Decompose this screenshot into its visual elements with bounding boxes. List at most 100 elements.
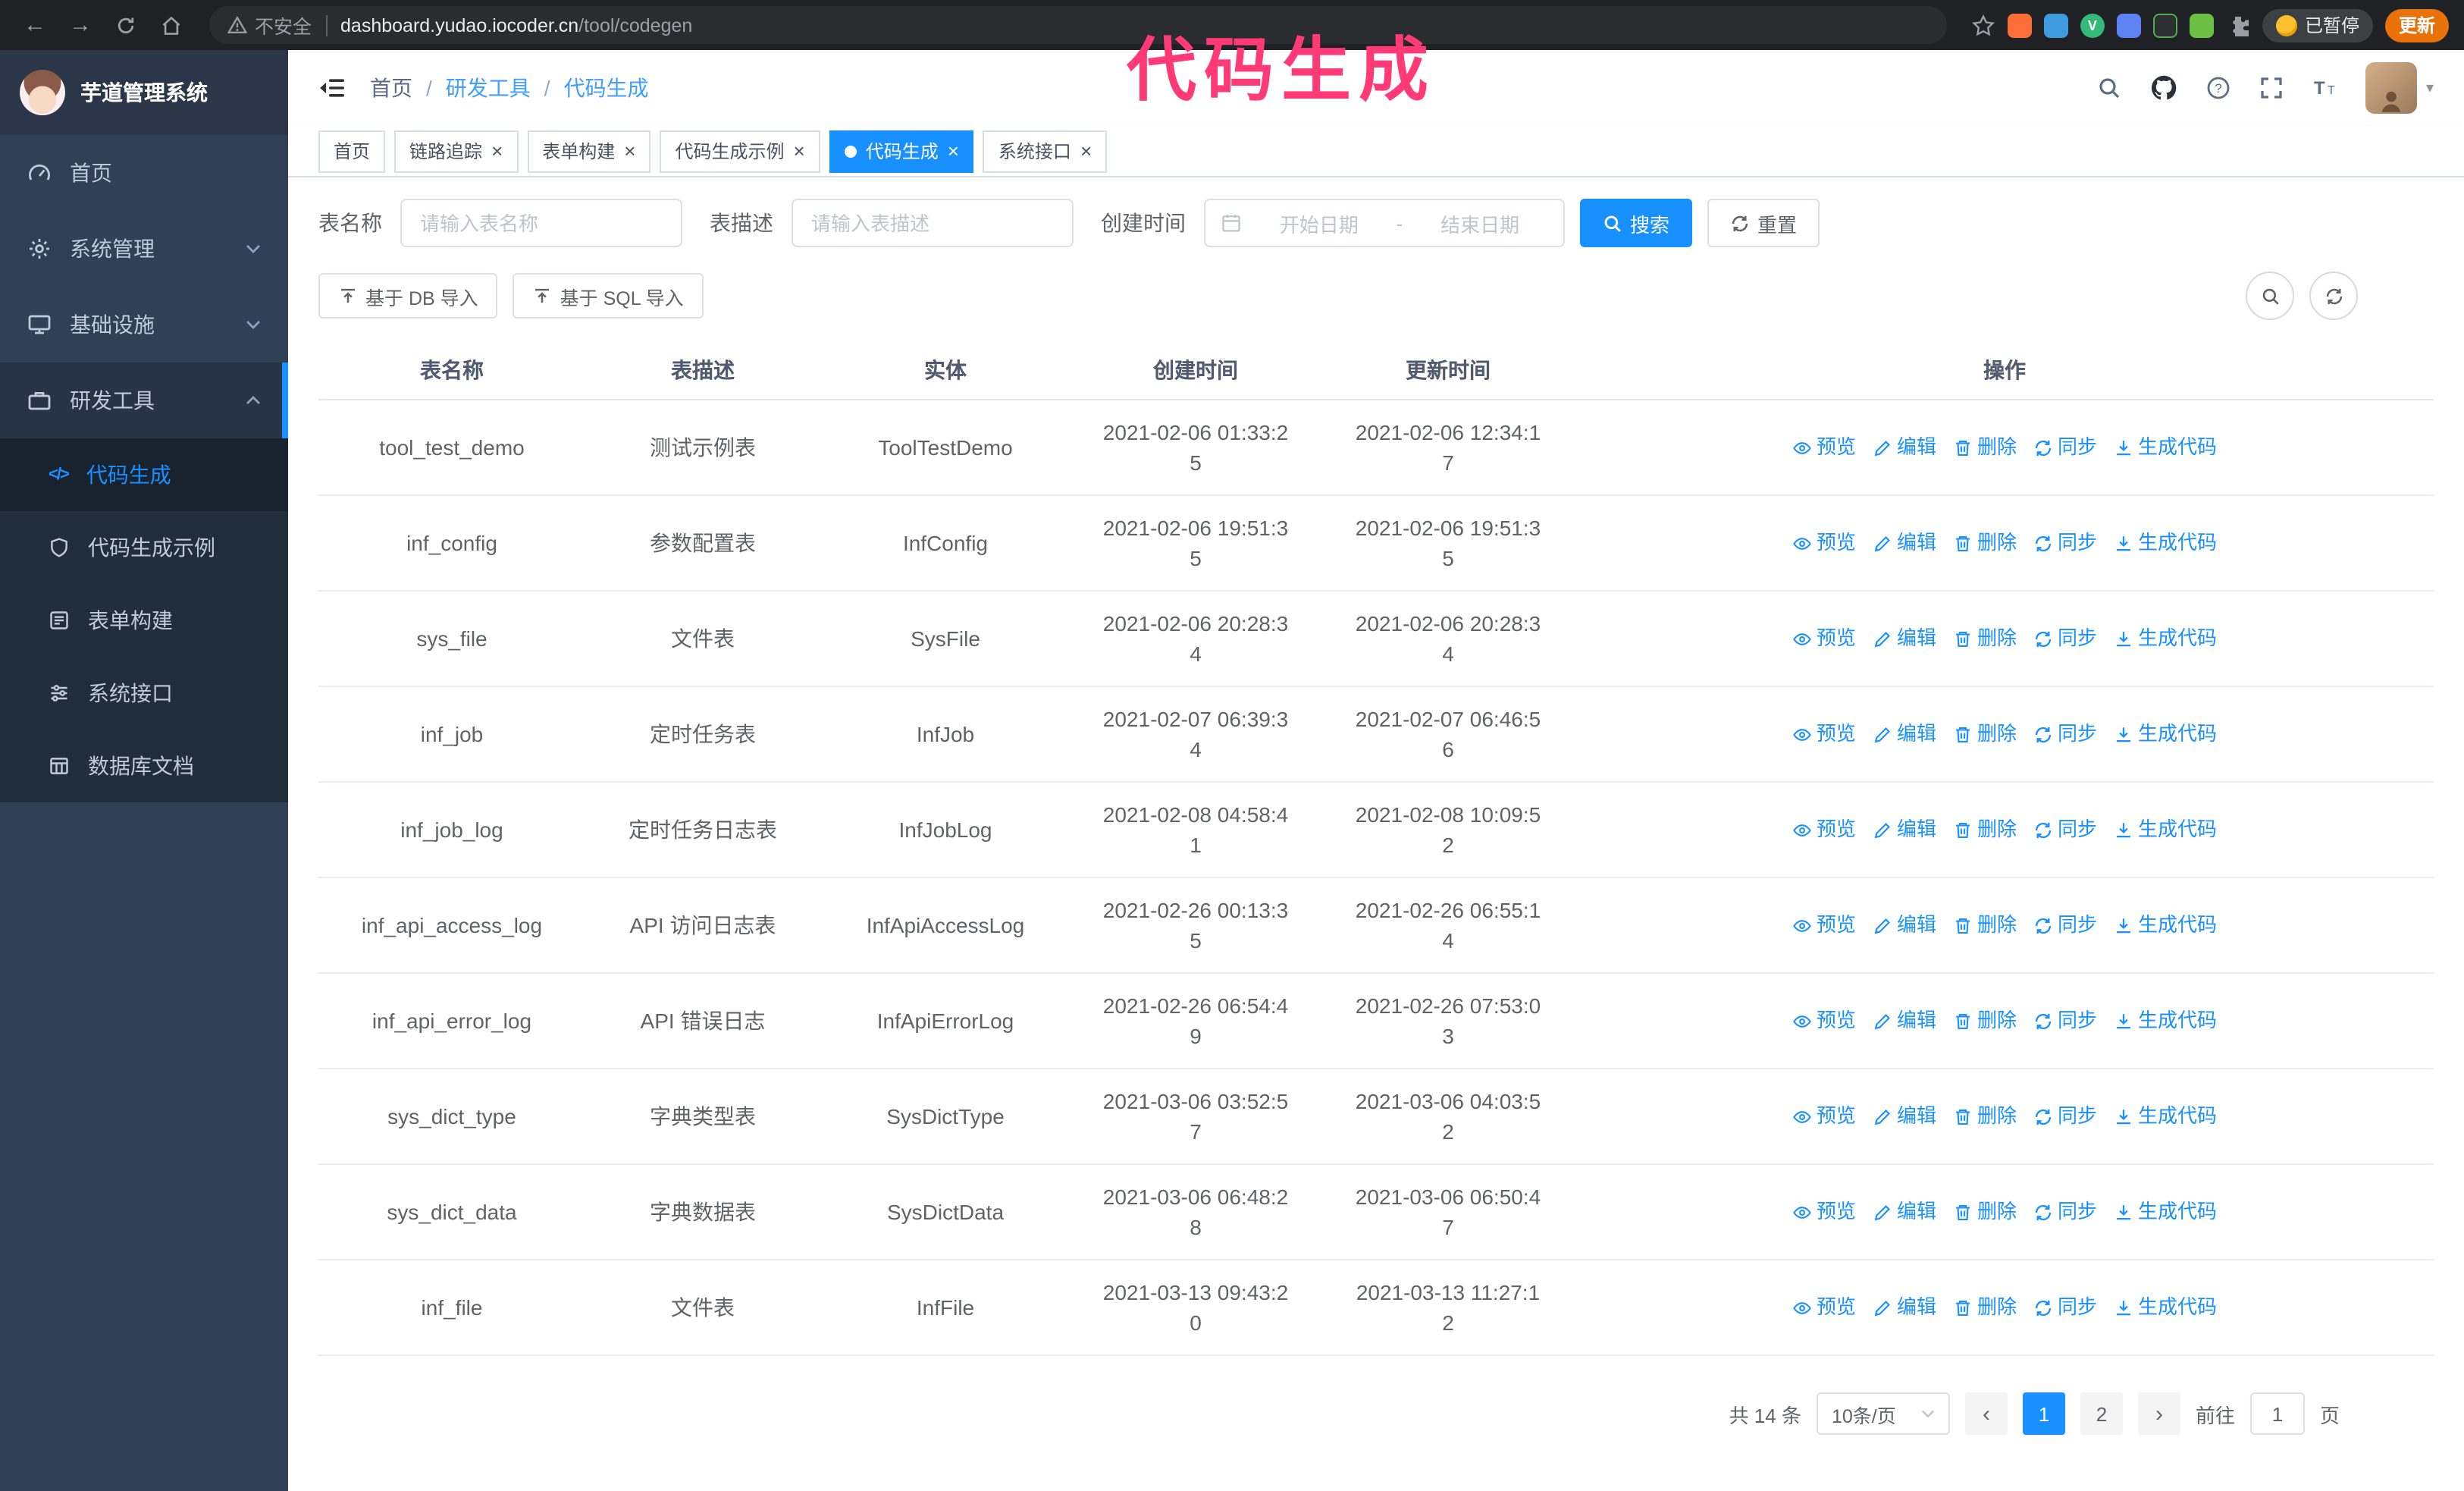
- close-icon[interactable]: ×: [1080, 141, 1092, 161]
- preview-link[interactable]: 预览: [1792, 1006, 1856, 1036]
- sidebar-item-db-doc[interactable]: 数据库文档: [0, 730, 288, 802]
- fullscreen-icon[interactable]: [2259, 76, 2284, 100]
- tab[interactable]: 代码生成 ×: [829, 130, 974, 172]
- font-size-icon[interactable]: TT: [2312, 76, 2337, 100]
- browser-home-icon[interactable]: [152, 5, 191, 45]
- sidebar-item-home[interactable]: 首页: [0, 135, 288, 211]
- preview-link[interactable]: 预览: [1792, 432, 1856, 463]
- sync-link[interactable]: 同步: [2033, 815, 2097, 845]
- edit-link[interactable]: 编辑: [1873, 719, 1936, 749]
- sync-link[interactable]: 同步: [2033, 623, 2097, 654]
- edit-link[interactable]: 编辑: [1873, 815, 1936, 845]
- extension-icon[interactable]: [2189, 13, 2214, 37]
- delete-link[interactable]: 删除: [1953, 1101, 2017, 1132]
- tab[interactable]: 表单构建 ×: [527, 130, 651, 172]
- browser-update-button[interactable]: 更新: [2384, 8, 2449, 42]
- generate-code-link[interactable]: 生成代码: [2114, 910, 2217, 940]
- github-icon[interactable]: [2150, 74, 2177, 102]
- edit-link[interactable]: 编辑: [1873, 1101, 1936, 1132]
- browser-forward-icon[interactable]: →: [61, 5, 100, 45]
- sync-link[interactable]: 同步: [2033, 719, 2097, 749]
- edit-link[interactable]: 编辑: [1873, 910, 1936, 940]
- next-page-button[interactable]: ›: [2137, 1392, 2180, 1435]
- breadcrumb-item[interactable]: 研发工具: [446, 73, 531, 103]
- preview-link[interactable]: 预览: [1792, 815, 1856, 845]
- sidebar-item-codegen[interactable]: </> 代码生成: [0, 438, 288, 511]
- preview-link[interactable]: 预览: [1792, 1197, 1856, 1227]
- prev-page-button[interactable]: ‹: [1964, 1392, 2008, 1435]
- page-button[interactable]: 1: [2022, 1392, 2065, 1435]
- generate-code-link[interactable]: 生成代码: [2114, 815, 2217, 845]
- sync-link[interactable]: 同步: [2033, 1101, 2097, 1132]
- generate-code-link[interactable]: 生成代码: [2114, 432, 2217, 463]
- sidebar-item-codegen-example[interactable]: 代码生成示例: [0, 511, 288, 584]
- delete-link[interactable]: 删除: [1953, 623, 2017, 654]
- preview-link[interactable]: 预览: [1792, 1101, 1856, 1132]
- security-indicator[interactable]: 不安全: [227, 11, 312, 39]
- page-size-select[interactable]: 10条/页: [1816, 1392, 1950, 1435]
- preview-link[interactable]: 预览: [1792, 623, 1856, 654]
- preview-link[interactable]: 预览: [1792, 528, 1856, 558]
- sync-link[interactable]: 同步: [2033, 528, 2097, 558]
- generate-code-link[interactable]: 生成代码: [2114, 528, 2217, 558]
- tab[interactable]: 代码生成示例 ×: [660, 130, 820, 172]
- logo[interactable]: 芋道管理系统: [0, 50, 288, 135]
- preview-link[interactable]: 预览: [1792, 1292, 1856, 1323]
- tab[interactable]: 链路追踪 ×: [394, 130, 519, 172]
- preview-link[interactable]: 预览: [1792, 719, 1856, 749]
- delete-link[interactable]: 删除: [1953, 528, 2017, 558]
- delete-link[interactable]: 删除: [1953, 1197, 2017, 1227]
- sidebar-item-form-builder[interactable]: 表单构建: [0, 584, 288, 657]
- sync-link[interactable]: 同步: [2033, 910, 2097, 940]
- import-db-button[interactable]: 基于 DB 导入: [318, 273, 498, 319]
- delete-link[interactable]: 删除: [1953, 432, 2017, 463]
- extension-icon[interactable]: [2043, 13, 2068, 37]
- extension-icon[interactable]: [2152, 13, 2177, 37]
- close-icon[interactable]: ×: [794, 141, 805, 161]
- tab[interactable]: 系统接口 ×: [983, 130, 1108, 172]
- delete-link[interactable]: 删除: [1953, 1006, 2017, 1036]
- edit-link[interactable]: 编辑: [1873, 623, 1936, 654]
- edit-link[interactable]: 编辑: [1873, 432, 1936, 463]
- bookmark-star-icon[interactable]: [1971, 13, 1995, 37]
- extension-icon[interactable]: [2007, 13, 2032, 37]
- generate-code-link[interactable]: 生成代码: [2114, 623, 2217, 654]
- sidebar-item-infrastructure[interactable]: 基础设施: [0, 287, 288, 363]
- close-icon[interactable]: ×: [948, 141, 959, 161]
- edit-link[interactable]: 编辑: [1873, 1197, 1936, 1227]
- generate-code-link[interactable]: 生成代码: [2114, 719, 2217, 749]
- help-icon[interactable]: ?: [2206, 76, 2230, 100]
- reset-button[interactable]: 重置: [1707, 199, 1820, 247]
- browser-back-icon[interactable]: ←: [15, 5, 55, 45]
- generate-code-link[interactable]: 生成代码: [2114, 1197, 2217, 1227]
- date-range-input[interactable]: 开始日期 - 结束日期: [1204, 199, 1565, 247]
- import-sql-button[interactable]: 基于 SQL 导入: [513, 273, 704, 319]
- edit-link[interactable]: 编辑: [1873, 1292, 1936, 1323]
- user-menu[interactable]: ▾: [2365, 62, 2434, 114]
- extensions-puzzle-icon[interactable]: [2226, 13, 2250, 37]
- profile-paused-chip[interactable]: 已暂停: [2262, 8, 2373, 42]
- sync-link[interactable]: 同步: [2033, 1006, 2097, 1036]
- close-icon[interactable]: ×: [491, 141, 503, 161]
- preview-link[interactable]: 预览: [1792, 910, 1856, 940]
- sync-link[interactable]: 同步: [2033, 1292, 2097, 1323]
- sync-link[interactable]: 同步: [2033, 432, 2097, 463]
- tab[interactable]: 首页: [318, 130, 386, 172]
- table-desc-input[interactable]: [792, 199, 1074, 247]
- toggle-search-button[interactable]: [2246, 272, 2294, 320]
- generate-code-link[interactable]: 生成代码: [2114, 1101, 2217, 1132]
- close-icon[interactable]: ×: [624, 141, 635, 161]
- extension-icon-vue[interactable]: V: [2080, 13, 2105, 37]
- sidebar-item-system[interactable]: 系统管理: [0, 211, 288, 287]
- extension-icon[interactable]: [2116, 13, 2141, 37]
- address-bar[interactable]: 不安全 dashboard.yudao.iocoder.cn/tool/code…: [209, 6, 1947, 44]
- delete-link[interactable]: 删除: [1953, 1292, 2017, 1323]
- goto-page-input[interactable]: [2249, 1392, 2305, 1435]
- refresh-table-button[interactable]: [2309, 272, 2358, 320]
- delete-link[interactable]: 删除: [1953, 910, 2017, 940]
- sidebar-item-dev-tools[interactable]: 研发工具: [0, 363, 288, 438]
- page-button[interactable]: 2: [2080, 1392, 2123, 1435]
- table-name-input[interactable]: [400, 199, 682, 247]
- edit-link[interactable]: 编辑: [1873, 528, 1936, 558]
- breadcrumb-item[interactable]: 首页: [370, 73, 412, 103]
